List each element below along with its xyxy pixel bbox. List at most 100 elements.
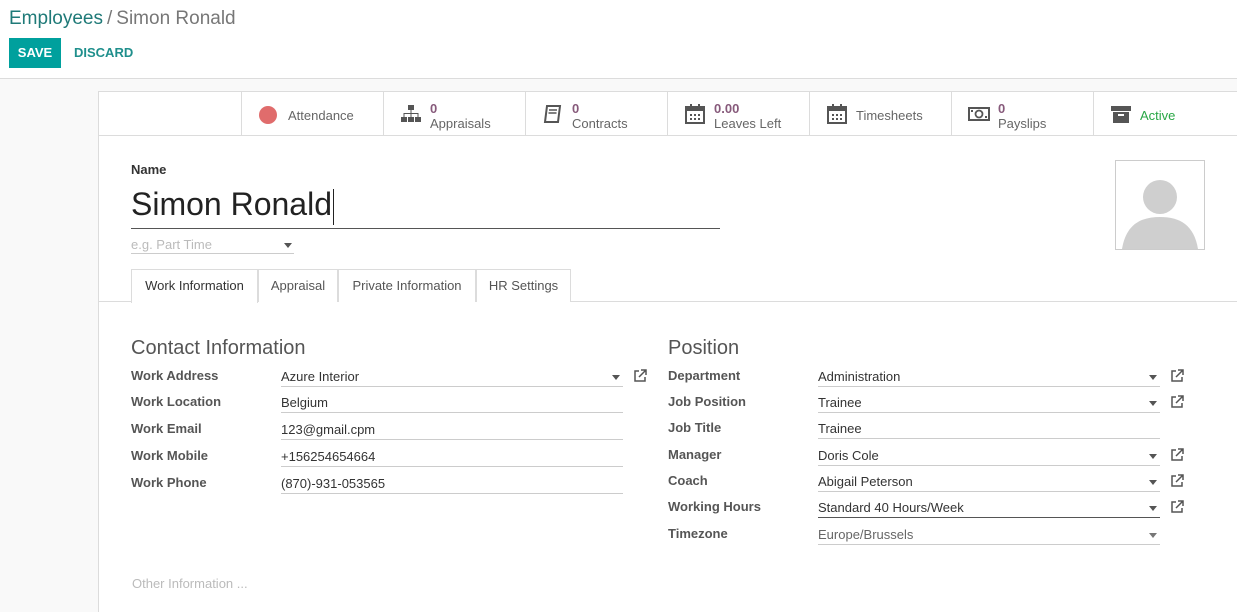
- attendance-label: Attendance: [288, 108, 354, 123]
- department-value: Administration: [818, 369, 901, 384]
- chevron-down-icon: [1149, 506, 1157, 511]
- attendance-button[interactable]: Attendance: [241, 92, 383, 135]
- appraisals-button[interactable]: 0 Appraisals: [383, 92, 525, 135]
- working-hours-value: Standard 40 Hours/Week: [818, 500, 964, 515]
- department-label: Department: [668, 368, 741, 383]
- appraisals-label: Appraisals: [430, 116, 491, 131]
- active-toggle-button[interactable]: Active: [1093, 92, 1237, 135]
- external-link-icon[interactable]: [1170, 369, 1184, 383]
- other-information-placeholder[interactable]: Other Information ...: [132, 576, 248, 591]
- tab-appraisal[interactable]: Appraisal: [258, 269, 338, 302]
- form-sheet: Attendance 0 Appraisals 0 Contracts 0.00…: [98, 91, 1237, 612]
- employee-name-value: Simon Ronald: [131, 186, 332, 222]
- sitemap-icon: [401, 105, 421, 122]
- coach-value: Abigail Peterson: [818, 474, 913, 489]
- text-cursor: [333, 188, 334, 225]
- work-location-field[interactable]: Belgium: [281, 393, 623, 413]
- external-link-icon[interactable]: [1170, 474, 1184, 488]
- payslips-label: Payslips: [998, 116, 1047, 131]
- tab-private-information[interactable]: Private Information: [338, 269, 476, 302]
- chevron-down-icon: [1149, 533, 1157, 538]
- department-field[interactable]: Administration: [818, 367, 1160, 387]
- work-mobile-value: +156254654664: [281, 449, 376, 464]
- leaves-label: Leaves Left: [714, 116, 782, 131]
- job-position-field[interactable]: Trainee: [818, 393, 1160, 413]
- work-address-label: Work Address: [131, 368, 219, 383]
- breadcrumb-current: Simon Ronald: [116, 8, 236, 29]
- breadcrumb: Employees / Simon Ronald: [9, 8, 236, 30]
- payslips-button[interactable]: 0 Payslips: [951, 92, 1093, 135]
- work-phone-field[interactable]: (870)-931-053565: [281, 474, 623, 494]
- chevron-down-icon: [1149, 401, 1157, 406]
- employee-avatar[interactable]: [1115, 160, 1205, 250]
- manager-field[interactable]: Doris Cole: [818, 446, 1160, 466]
- work-mobile-field[interactable]: +156254654664: [281, 447, 623, 467]
- coach-label: Coach: [668, 473, 708, 488]
- work-phone-value: (870)-931-053565: [281, 476, 386, 491]
- name-label: Name: [131, 162, 167, 177]
- work-phone-label: Work Phone: [131, 475, 207, 490]
- form-tabs: Work Information Appraisal Private Infor…: [99, 269, 1237, 303]
- external-link-icon[interactable]: [1170, 395, 1184, 409]
- work-address-field[interactable]: Azure Interior: [281, 367, 623, 387]
- chevron-down-icon: [1149, 480, 1157, 485]
- archive-icon: [1111, 106, 1131, 123]
- work-email-value: 123@gmail.cpm: [281, 422, 376, 437]
- work-location-value: Belgium: [281, 395, 328, 410]
- payslips-count: 0: [998, 101, 1006, 116]
- save-button[interactable]: SAVE: [9, 38, 61, 68]
- coach-field[interactable]: Abigail Peterson: [818, 472, 1160, 492]
- tab-hr-settings[interactable]: HR Settings: [476, 269, 571, 302]
- contact-information-title: Contact Information: [131, 337, 306, 359]
- work-mobile-label: Work Mobile: [131, 448, 209, 463]
- manager-label: Manager: [668, 447, 722, 462]
- working-hours-label: Working Hours: [668, 499, 761, 514]
- discard-button[interactable]: DISCARD: [74, 38, 133, 68]
- chevron-down-icon: [1149, 454, 1157, 459]
- job-title-label: Job Title: [668, 420, 722, 435]
- work-location-label: Work Location: [131, 394, 222, 409]
- book-icon: [543, 105, 562, 123]
- job-position-value: Trainee: [818, 395, 862, 410]
- external-link-icon[interactable]: [633, 369, 647, 383]
- contracts-count: 0: [572, 101, 580, 116]
- breadcrumb-separator: /: [107, 8, 113, 29]
- position-title: Position: [668, 337, 740, 359]
- job-type-select[interactable]: e.g. Part Time: [131, 237, 294, 254]
- timezone-select[interactable]: Europe/Brussels: [818, 525, 1160, 545]
- leaves-count: 0.00: [714, 101, 740, 116]
- external-link-icon[interactable]: [1170, 500, 1184, 514]
- job-title-field[interactable]: Trainee: [818, 419, 1160, 439]
- chevron-down-icon: [284, 243, 292, 248]
- job-position-label: Job Position: [668, 394, 746, 409]
- leaves-button[interactable]: 0.00 Leaves Left: [667, 92, 809, 135]
- chevron-down-icon: [612, 375, 620, 380]
- tab-work-information[interactable]: Work Information: [131, 269, 258, 303]
- timezone-value: Europe/Brussels: [818, 527, 914, 542]
- contracts-button[interactable]: 0 Contracts: [525, 92, 667, 135]
- job-title-value: Trainee: [818, 421, 862, 436]
- work-address-value: Azure Interior: [281, 369, 360, 384]
- money-icon: [968, 107, 990, 121]
- working-hours-field[interactable]: Standard 40 Hours/Week: [818, 498, 1160, 518]
- external-link-icon[interactable]: [1170, 448, 1184, 462]
- chevron-down-icon: [1149, 375, 1157, 380]
- timezone-label: Timezone: [668, 526, 728, 541]
- job-type-placeholder: e.g. Part Time: [131, 237, 212, 252]
- timesheets-label: Timesheets: [856, 108, 923, 123]
- work-email-field[interactable]: 123@gmail.cpm: [281, 420, 623, 440]
- manager-value: Doris Cole: [818, 448, 879, 463]
- active-label: Active: [1140, 108, 1176, 123]
- user-silhouette-icon: [1122, 180, 1198, 249]
- appraisals-count: 0: [430, 101, 438, 116]
- contracts-label: Contracts: [572, 116, 628, 131]
- calendar-icon: [685, 104, 705, 124]
- control-panel: Employees / Simon Ronald SAVE DISCARD: [0, 0, 1237, 79]
- attendance-status-dot-icon: [259, 106, 277, 124]
- breadcrumb-employees-link[interactable]: Employees: [9, 8, 103, 29]
- work-email-label: Work Email: [131, 421, 202, 436]
- employee-name-input[interactable]: Simon Ronald: [131, 184, 720, 229]
- calendar-icon: [827, 104, 847, 124]
- smart-button-box: Attendance 0 Appraisals 0 Contracts 0.00…: [99, 92, 1237, 136]
- timesheets-button[interactable]: Timesheets: [809, 92, 951, 135]
